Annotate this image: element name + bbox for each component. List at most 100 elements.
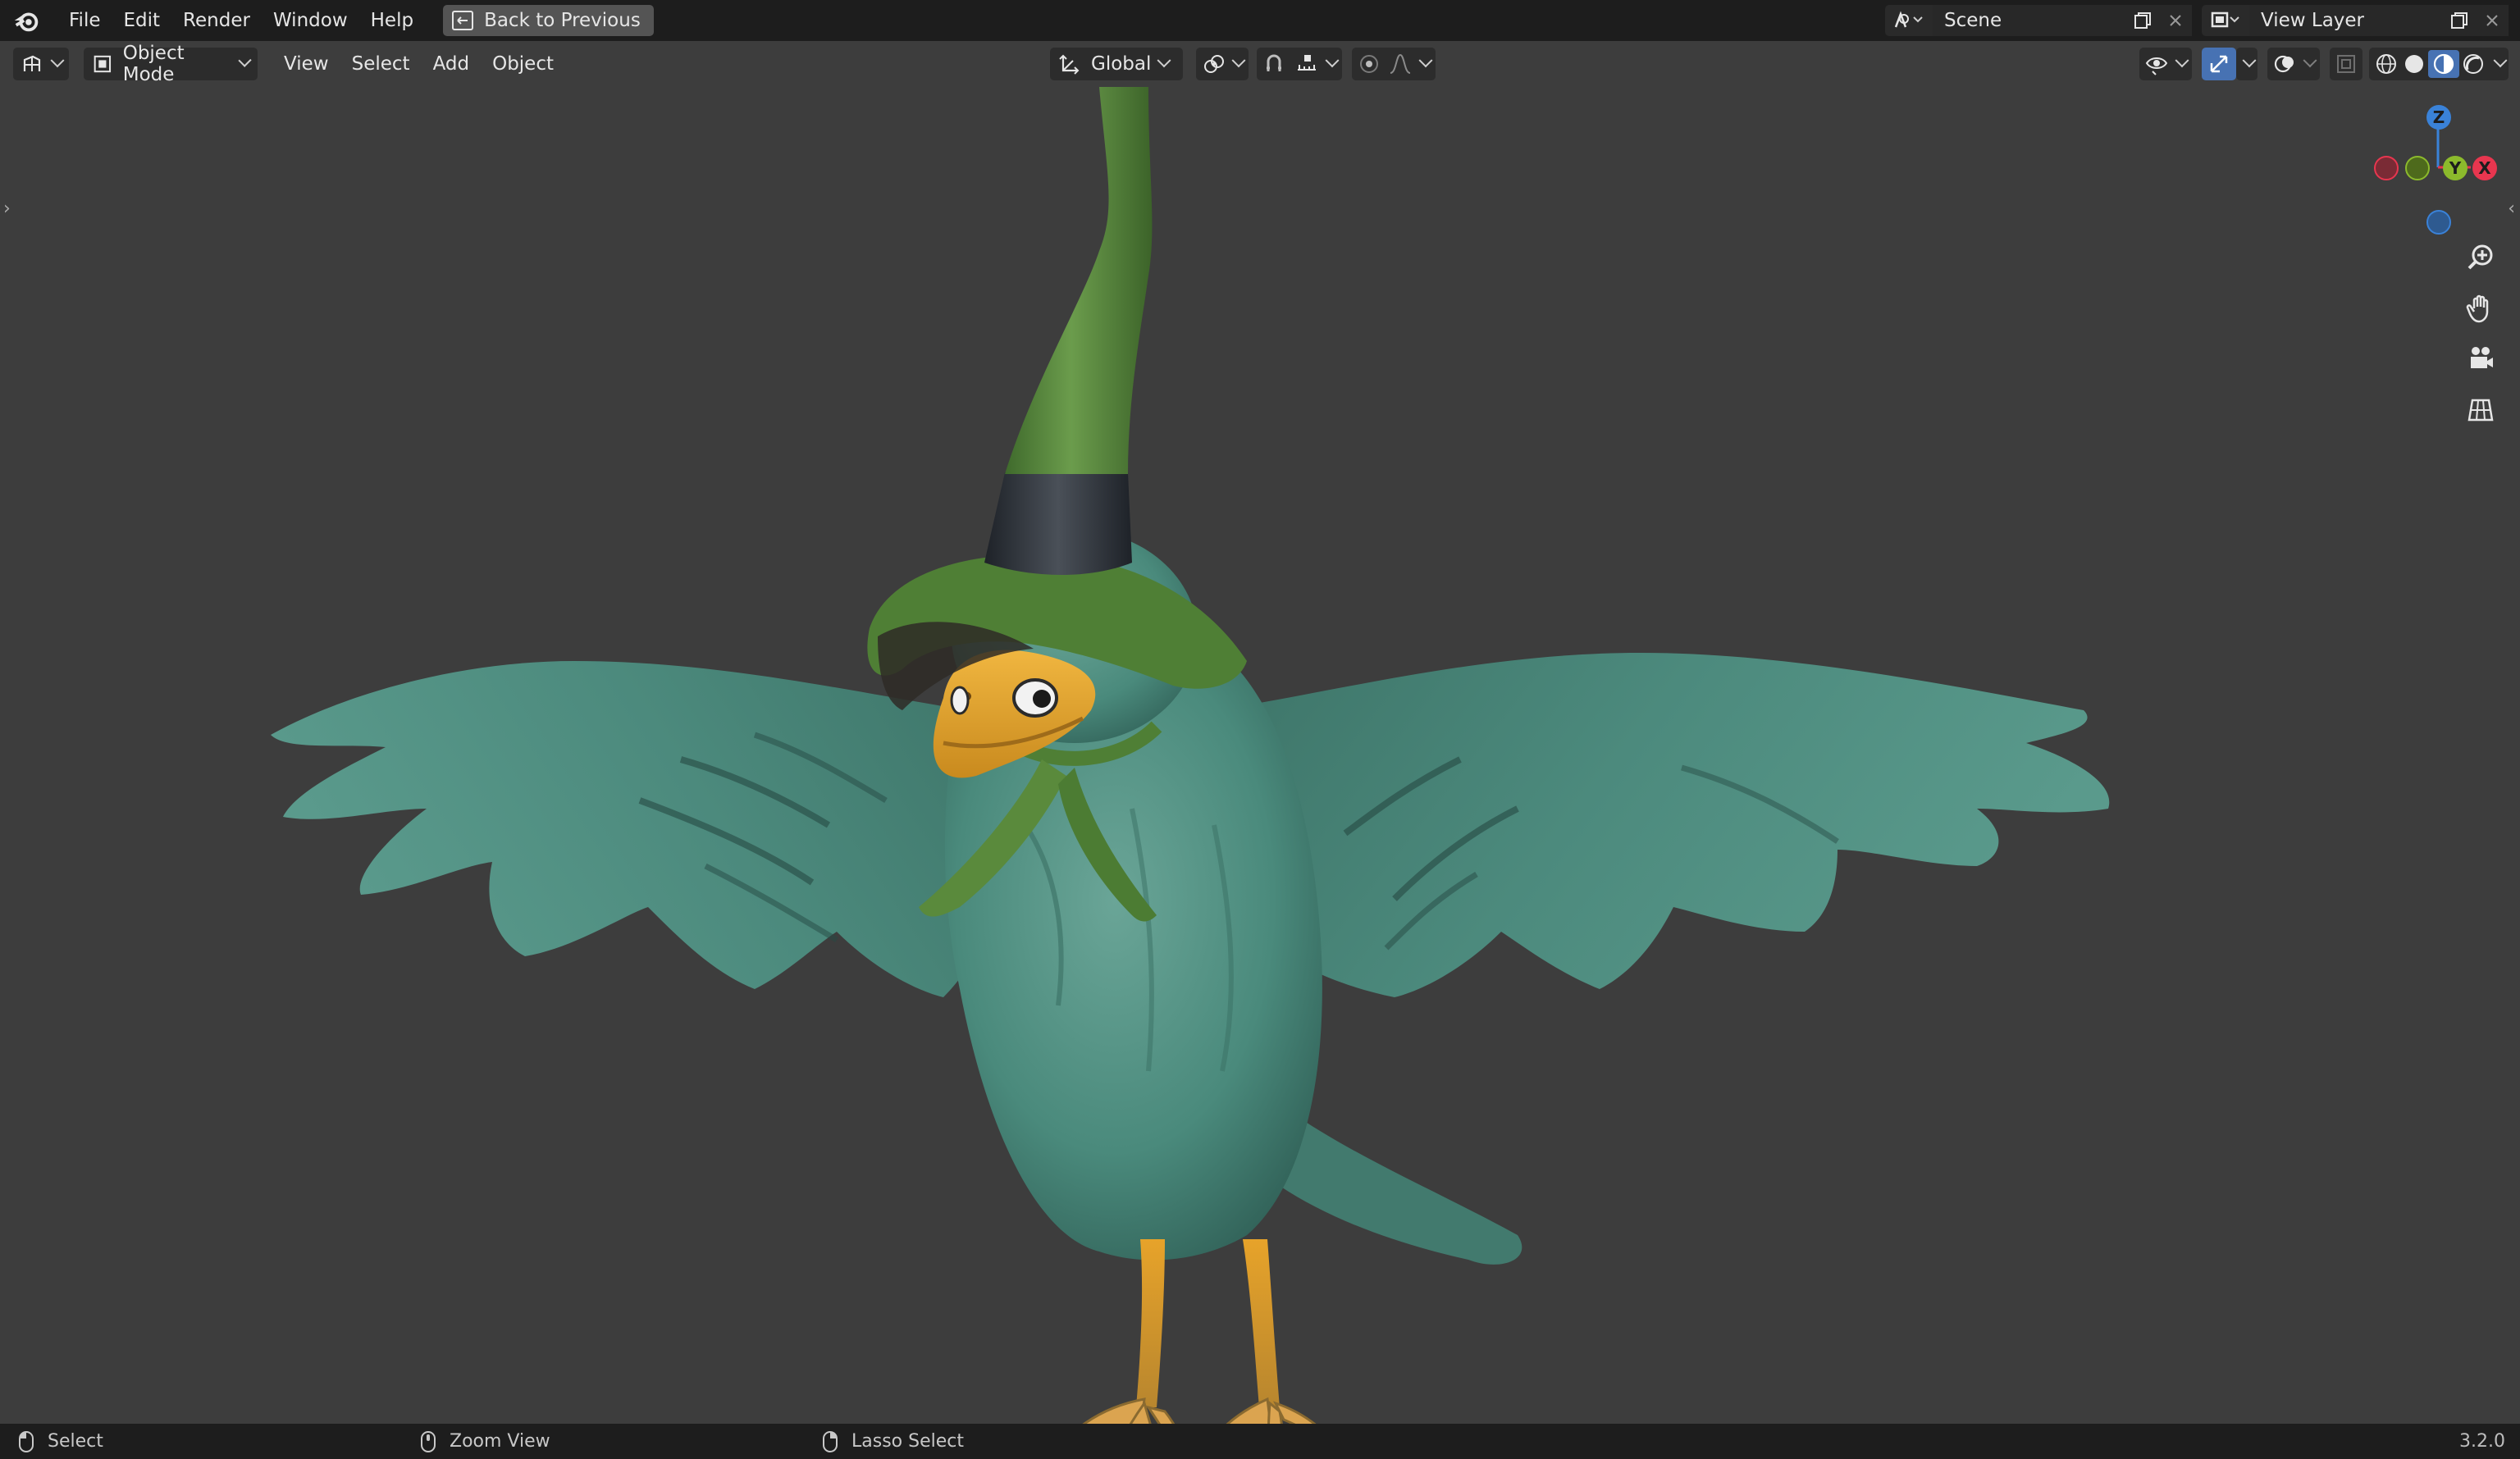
back-to-previous-button[interactable]: Back to Previous: [443, 5, 654, 36]
top-bar: File Edit Render Window Help Back to Pre…: [0, 0, 2520, 41]
delete-scene-button[interactable]: [2159, 5, 2192, 36]
status-lasso-hint: Lasso Select: [822, 1424, 964, 1459]
back-to-previous-label: Back to Previous: [484, 10, 641, 31]
visibility-icon: [2145, 57, 2168, 75]
orientation-icon: [1059, 54, 1080, 75]
menu-render[interactable]: Render: [171, 0, 262, 41]
delete-view-layer-button[interactable]: [2476, 5, 2509, 36]
chevron-down-icon: [238, 53, 252, 67]
chevron-down-icon: [2303, 53, 2317, 68]
bird-model-render: [271, 87, 2110, 1424]
3d-viewport[interactable]: › ‹ Z Y X: [0, 87, 2520, 1424]
object-visibility-dropdown[interactable]: [2139, 48, 2192, 80]
chevron-down-icon: [1418, 53, 1433, 68]
close-icon: [2170, 15, 2181, 26]
blender-logo-icon[interactable]: [11, 5, 43, 36]
transform-tools-group: Global: [1050, 48, 1436, 80]
new-view-layer-button[interactable]: [2443, 5, 2476, 36]
viewport-display-group: [2139, 48, 2509, 80]
chevron-down-icon: [1325, 53, 1340, 68]
mouse-middle-icon: [421, 1430, 436, 1452]
solid-shading-icon[interactable]: [2400, 52, 2428, 76]
navigation-gizmo[interactable]: Z Y X: [2356, 87, 2520, 251]
pivot-point-dropdown[interactable]: [1196, 48, 1249, 80]
chevron-down-icon: [1157, 53, 1171, 68]
proportional-editing-group: [1352, 48, 1436, 80]
status-zoom-label: Zoom View: [450, 1431, 550, 1452]
version-label: 3.2.0: [2459, 1431, 2505, 1452]
gizmo-x-axis[interactable]: X: [2472, 156, 2497, 180]
chevron-down-icon: [1231, 53, 1246, 68]
xray-icon: [2337, 55, 2355, 73]
material-shading-icon: [2433, 53, 2454, 75]
hand-pan-icon: [2466, 294, 2489, 323]
menu-view[interactable]: View: [272, 53, 340, 75]
transform-orientation-dropdown[interactable]: Global: [1050, 48, 1183, 80]
menu-edit[interactable]: Edit: [112, 0, 172, 41]
status-select-hint: Select: [18, 1424, 103, 1459]
new-scene-button[interactable]: [2126, 5, 2159, 36]
menu-add[interactable]: Add: [422, 53, 482, 75]
snap-group: [1257, 48, 1342, 80]
zoom-button[interactable]: [2459, 236, 2502, 279]
menu-window[interactable]: Window: [262, 0, 359, 41]
proportional-icon[interactable]: [1357, 52, 1381, 76]
close-icon: [2486, 15, 2498, 26]
menu-file[interactable]: File: [57, 0, 112, 41]
camera-view-button[interactable]: [2459, 338, 2502, 381]
menu-help[interactable]: Help: [359, 0, 425, 41]
pivot-icon: [1204, 55, 1224, 73]
mouse-left-icon: [19, 1430, 34, 1452]
shading-mode-group: [2369, 48, 2509, 80]
gizmo-toggle[interactable]: [2202, 48, 2236, 80]
gizmo-neg-z-axis[interactable]: [2426, 210, 2451, 235]
menu-select[interactable]: Select: [340, 53, 422, 75]
gizmo-z-axis[interactable]: Z: [2426, 105, 2451, 130]
object-mode-dropdown[interactable]: Object Mode: [84, 43, 258, 85]
wireframe-shading-icon[interactable]: [2372, 52, 2400, 76]
scene-icon: [1894, 11, 1923, 28]
object-mode-icon: [94, 55, 112, 73]
status-bar: Select Zoom View Lasso Select 3.2.0: [0, 1424, 2520, 1459]
view-layer-name-field[interactable]: View Layer: [2249, 5, 2443, 36]
grid-ortho-icon: [2468, 399, 2494, 422]
falloff-curve-icon[interactable]: [1388, 52, 1413, 76]
gizmo-neg-y-axis[interactable]: [2405, 156, 2430, 180]
scene-name-field[interactable]: Scene: [1933, 5, 2126, 36]
status-select-label: Select: [48, 1431, 103, 1452]
menu-object[interactable]: Object: [481, 53, 565, 75]
gizmo-y-axis[interactable]: Y: [2443, 156, 2468, 180]
viewport-header: Object Mode View Select Add Object Globa…: [0, 41, 2520, 87]
chevron-down-icon: [2175, 53, 2189, 68]
chevron-down-icon: [50, 53, 65, 68]
chevron-down-icon: [2242, 53, 2257, 68]
material-shading-active[interactable]: [2428, 50, 2459, 78]
ortho-toggle-button[interactable]: [2459, 389, 2502, 431]
scene-browse-button[interactable]: [1885, 5, 1933, 36]
snap-increment-icon[interactable]: [1294, 52, 1319, 76]
status-lasso-label: Lasso Select: [851, 1431, 964, 1452]
editor-type-button[interactable]: [13, 48, 69, 80]
zoom-icon: [2468, 244, 2493, 270]
mouse-right-icon: [823, 1430, 838, 1452]
overlay-icon: [2274, 55, 2294, 73]
gizmo-dropdown[interactable]: [2236, 48, 2258, 80]
topbar-right-group: Scene View Layer: [1885, 0, 2520, 41]
duplicate-icon: [2134, 12, 2151, 29]
pan-button[interactable]: [2459, 287, 2502, 330]
chevron-down-icon: [2493, 53, 2508, 68]
camera-icon: [2471, 347, 2493, 368]
snap-icon[interactable]: [1262, 52, 1286, 76]
view-layer-browse-button[interactable]: [2202, 5, 2249, 36]
gizmo-neg-x-axis[interactable]: [2374, 156, 2399, 180]
status-zoom-hint: Zoom View: [420, 1424, 550, 1459]
back-icon: [452, 11, 474, 30]
duplicate-icon: [2451, 12, 2468, 29]
rendered-shading-icon[interactable]: [2459, 52, 2487, 76]
xray-toggle[interactable]: [2330, 48, 2362, 80]
editor-type-icon: [23, 55, 41, 71]
overlay-toggle[interactable]: [2267, 48, 2320, 80]
orientation-label: Global: [1091, 53, 1152, 75]
object-mode-label: Object Mode: [122, 43, 185, 85]
gizmo-icon: [2210, 55, 2228, 73]
